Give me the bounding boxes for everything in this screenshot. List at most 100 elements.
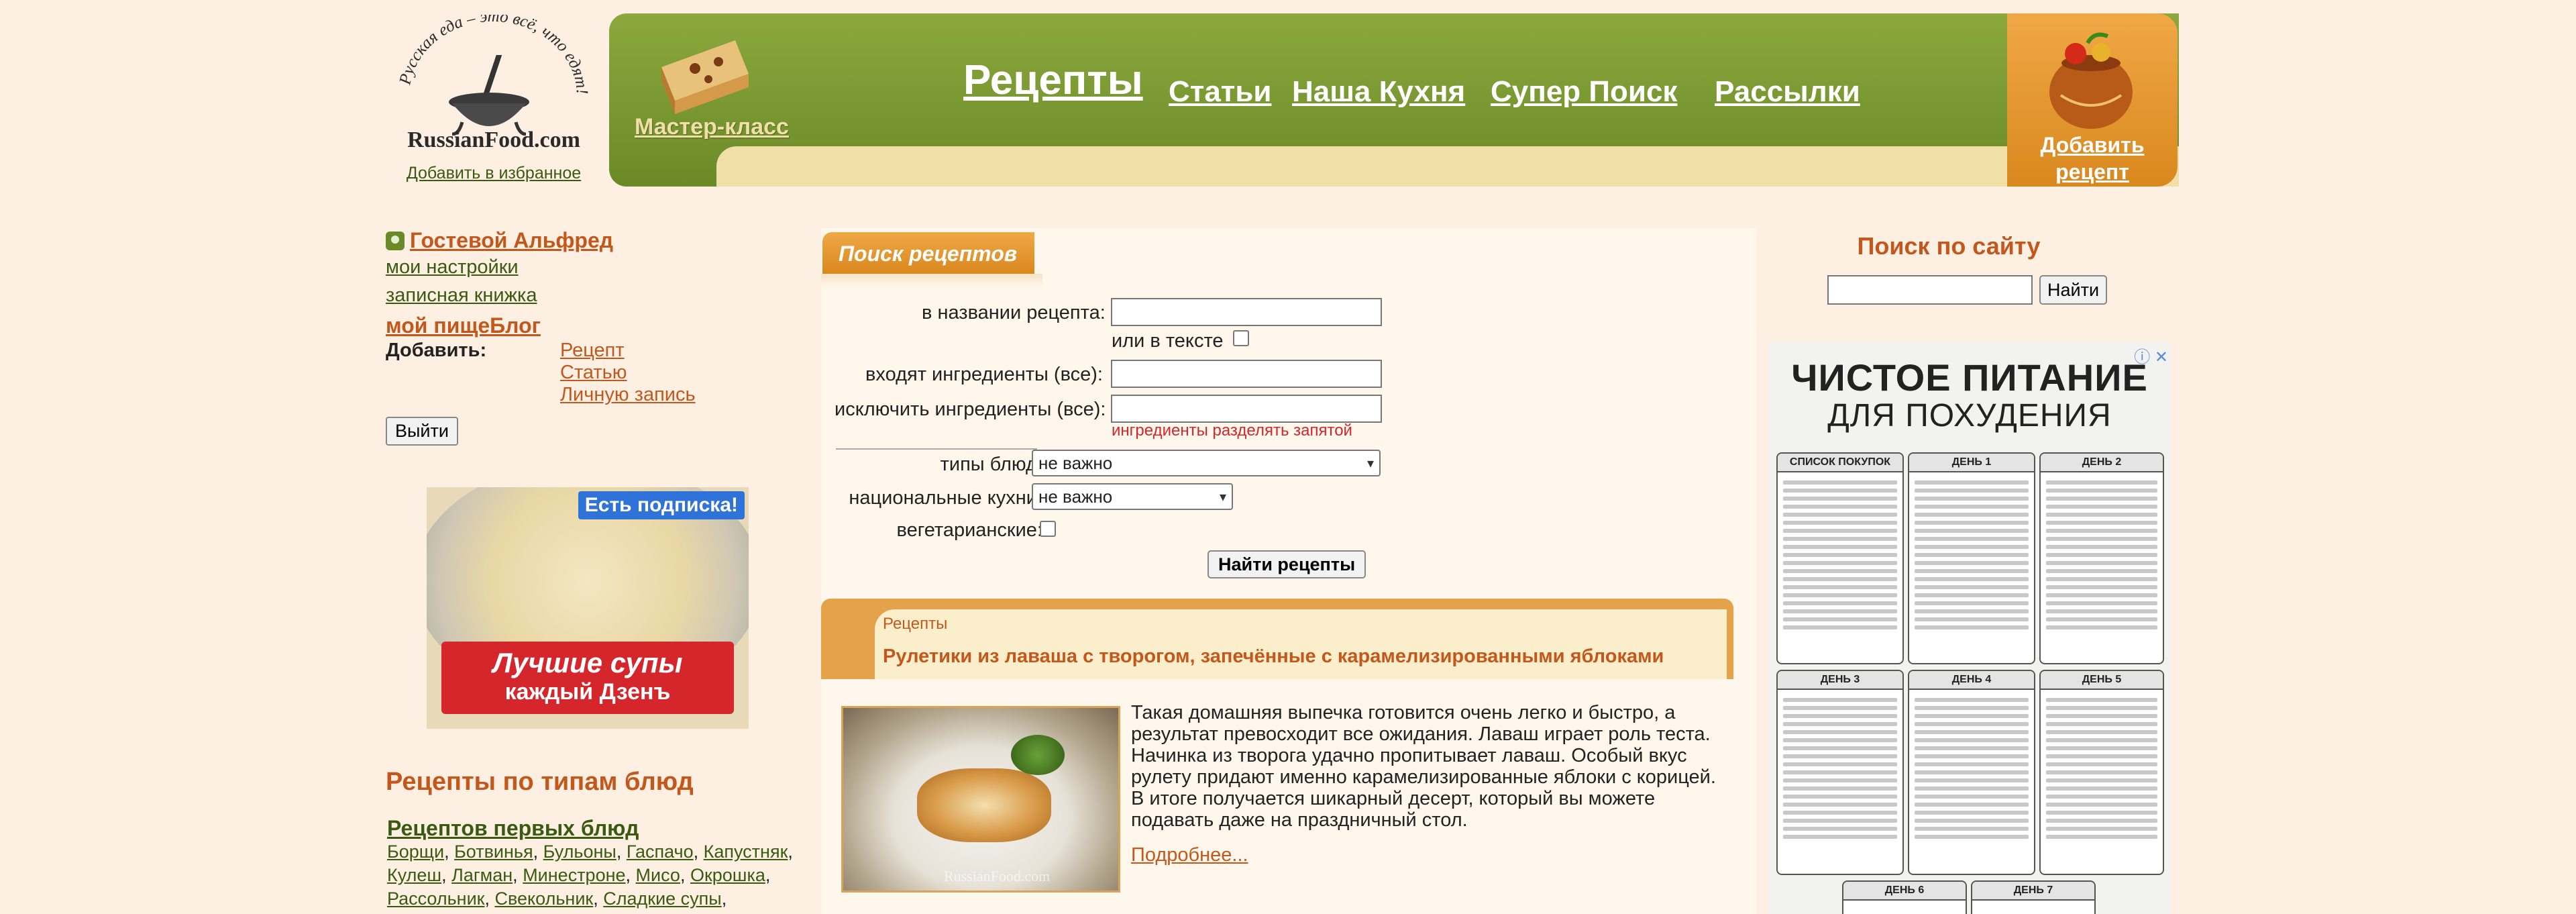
- logo-site-name: RussianFood.com: [407, 128, 580, 152]
- shopping-list-box: СПИСОК ПОКУПОК: [1776, 452, 1904, 664]
- cuisines-value: не важно: [1038, 486, 1113, 507]
- dish-link[interactable]: Борщи: [387, 842, 444, 862]
- recipe-category: Рецепты: [883, 615, 948, 633]
- search-tab-label: Поиск рецептов: [839, 242, 1018, 266]
- ingredients-hint: ингредиенты разделять запятой: [1112, 421, 1352, 440]
- find-recipes-button[interactable]: Найти рецепты: [1208, 550, 1366, 578]
- nav-super-search[interactable]: Супер Поиск: [1491, 75, 1677, 109]
- plan-box-heading: ДЕНЬ 2: [2041, 454, 2163, 472]
- site-search-button[interactable]: Найти: [2039, 275, 2108, 305]
- dish-link[interactable]: Ботвинья: [454, 842, 533, 862]
- dish-link[interactable]: Мисо: [636, 865, 680, 885]
- add-article-item[interactable]: Статью: [560, 362, 696, 384]
- logout-button[interactable]: Выйти: [386, 417, 458, 446]
- image-watermark: RussianFood.com: [944, 868, 1051, 884]
- recipe-description: Такая домашняя выпечка готовится очень л…: [1131, 702, 1716, 831]
- form-divider: [836, 448, 1037, 450]
- mint-leaf-shape: [1011, 735, 1065, 775]
- dish-types-select[interactable]: не важно ▾: [1032, 450, 1381, 476]
- day-1-box: ДЕНЬ 1: [1908, 452, 2035, 664]
- exclude-ingredients-input[interactable]: [1111, 395, 1382, 423]
- dish-link[interactable]: Бульоны: [543, 842, 616, 862]
- vegetarian-label: вегетарианские:: [896, 519, 1042, 541]
- recipe-header-inner: Рецепты Рулетики из лаваша с творогом, з…: [875, 609, 1727, 679]
- read-more-link[interactable]: Подробнее...: [1131, 844, 1248, 866]
- day-3-box: ДЕНЬ 3: [1776, 670, 1904, 875]
- add-content-list: Рецепт Статью Личную запись: [560, 340, 696, 406]
- ad-left-caption: Лучшие супы каждый Дзенъ: [441, 642, 734, 714]
- guest-row: Гостевой Альфред: [386, 228, 788, 253]
- add-to-favorites-link[interactable]: Добавить в избранное: [386, 164, 601, 183]
- add-personal-entry-item[interactable]: Личную запись: [560, 384, 696, 406]
- search-in-text-checkbox[interactable]: [1233, 330, 1249, 346]
- day-5-box: ДЕНЬ 5: [2039, 670, 2164, 875]
- clay-pot-icon[interactable]: [2034, 28, 2148, 136]
- dish-types-heading: Рецепты по типам блюд: [386, 768, 694, 796]
- search-tab: Поиск рецептов: [822, 232, 1034, 274]
- day-2-box: ДЕНЬ 2: [2039, 452, 2164, 664]
- or-text-label: или в тексте: [1112, 330, 1224, 352]
- cuisines-label: национальные кухни:: [849, 487, 1042, 509]
- include-ingredients-input[interactable]: [1111, 360, 1382, 388]
- recipe-card-header: Рецепты Рулетики из лаваша с творогом, з…: [821, 599, 1733, 679]
- site-search-input[interactable]: [1827, 275, 2033, 305]
- add-recipe-link[interactable]: Добавить рецепт: [2007, 132, 2178, 185]
- pot-logo-icon: [449, 55, 529, 136]
- ad-right-title: ЧИСТОЕ ПИТАНИЕ: [1791, 356, 2148, 399]
- plan-box-heading: ДЕНЬ 6: [1843, 882, 1966, 901]
- dish-link[interactable]: Кулеш: [387, 865, 441, 885]
- my-settings-link[interactable]: мои настройки: [386, 253, 788, 281]
- dish-link[interactable]: Минестроне: [523, 865, 625, 885]
- site-search-heading: Поиск по сайту: [1857, 232, 2041, 260]
- guest-user-link[interactable]: Гостевой Альфред: [410, 228, 613, 253]
- dish-link[interactable]: Капустняк: [704, 842, 788, 862]
- diet-ad-banner[interactable]: ⓘ ✕ ЧИСТОЕ ПИТАНИЕ ДЛЯ ПОХУДЕНИЯ СПИСОК …: [1768, 342, 2171, 914]
- recipe-name-input[interactable]: [1111, 298, 1382, 326]
- vegetarian-checkbox[interactable]: [1040, 521, 1056, 537]
- add-recipe-panel: Добавить рецепт: [2007, 13, 2178, 187]
- subscription-badge: Есть подписка!: [578, 491, 745, 519]
- my-food-blog-link[interactable]: мой пищеБлог: [386, 313, 788, 338]
- ad-left-line2: каждый Дзенъ: [504, 679, 671, 705]
- dish-types-label: типы блюд:: [940, 454, 1042, 475]
- chevron-down-icon: ▾: [1219, 489, 1226, 505]
- add-label: Добавить:: [386, 340, 487, 361]
- nav-mailings[interactable]: Рассылки: [1715, 75, 1860, 109]
- first-dishes-list: Борщи, Ботвинья, Бульоны, Гаспачо, Капус…: [387, 842, 793, 909]
- dish-link[interactable]: Рассольник: [387, 888, 484, 909]
- day-4-box: ДЕНЬ 4: [1908, 670, 2035, 875]
- ad-left-line1: Лучшие супы: [492, 647, 683, 678]
- user-icon: [386, 231, 405, 250]
- plan-box-heading: ДЕНЬ 5: [2041, 671, 2163, 690]
- ad-right-subtitle: ДЛЯ ПОХУДЕНИЯ: [1827, 398, 2112, 434]
- dish-link[interactable]: Лагман: [451, 865, 513, 885]
- plan-box-heading: ДЕНЬ 4: [1909, 671, 2034, 690]
- nav-articles[interactable]: Статьи: [1169, 75, 1271, 109]
- master-class-link[interactable]: Мастер-класс: [635, 114, 789, 140]
- notebook-link[interactable]: записная книжка: [386, 281, 788, 309]
- nav-recipes[interactable]: Рецепты: [963, 56, 1143, 104]
- plan-box-heading: ДЕНЬ 3: [1778, 671, 1902, 690]
- cuisines-select[interactable]: не важно ▾: [1032, 483, 1233, 510]
- nav-cream-strip: [716, 146, 2179, 187]
- user-panel: Гостевой Альфред мои настройки записная …: [386, 228, 788, 446]
- chevron-down-icon: ▾: [1366, 456, 1374, 471]
- add-content-row: Добавить: Рецепт Статью Личную запись: [386, 340, 788, 406]
- nav-our-kitchen[interactable]: Наша Кухня: [1292, 75, 1465, 109]
- recipe-title-link[interactable]: Рулетики из лаваша с творогом, запечённы…: [883, 646, 1664, 668]
- soup-ad-banner[interactable]: Есть подписка! Лучшие супы каждый Дзенъ: [427, 487, 749, 729]
- recipe-image[interactable]: RussianFood.com: [841, 706, 1120, 893]
- add-recipe-item[interactable]: Рецепт: [560, 340, 696, 362]
- recipe-search-panel: Поиск рецептов в названии рецепта: или в…: [821, 228, 1756, 914]
- first-dishes-link[interactable]: Рецептов первых блюд: [387, 816, 639, 841]
- dish-types-value: не важно: [1038, 452, 1113, 473]
- site-logo[interactable]: Русская еда – это всё, что едят! Russian…: [386, 15, 601, 196]
- dish-link[interactable]: Окрошка: [690, 865, 765, 885]
- pastry-icon[interactable]: [655, 27, 755, 121]
- dish-link[interactable]: Гаспачо: [627, 842, 694, 862]
- lavash-roll-shape: [917, 768, 1051, 842]
- main-nav-bar: Мастер-класс Рецепты Статьи Наша Кухня С…: [609, 13, 2179, 187]
- dish-link[interactable]: Сладкие супы: [603, 888, 721, 909]
- dish-link[interactable]: Свекольник: [495, 888, 594, 909]
- exclude-label: исключить ингредиенты (все):: [835, 399, 1106, 420]
